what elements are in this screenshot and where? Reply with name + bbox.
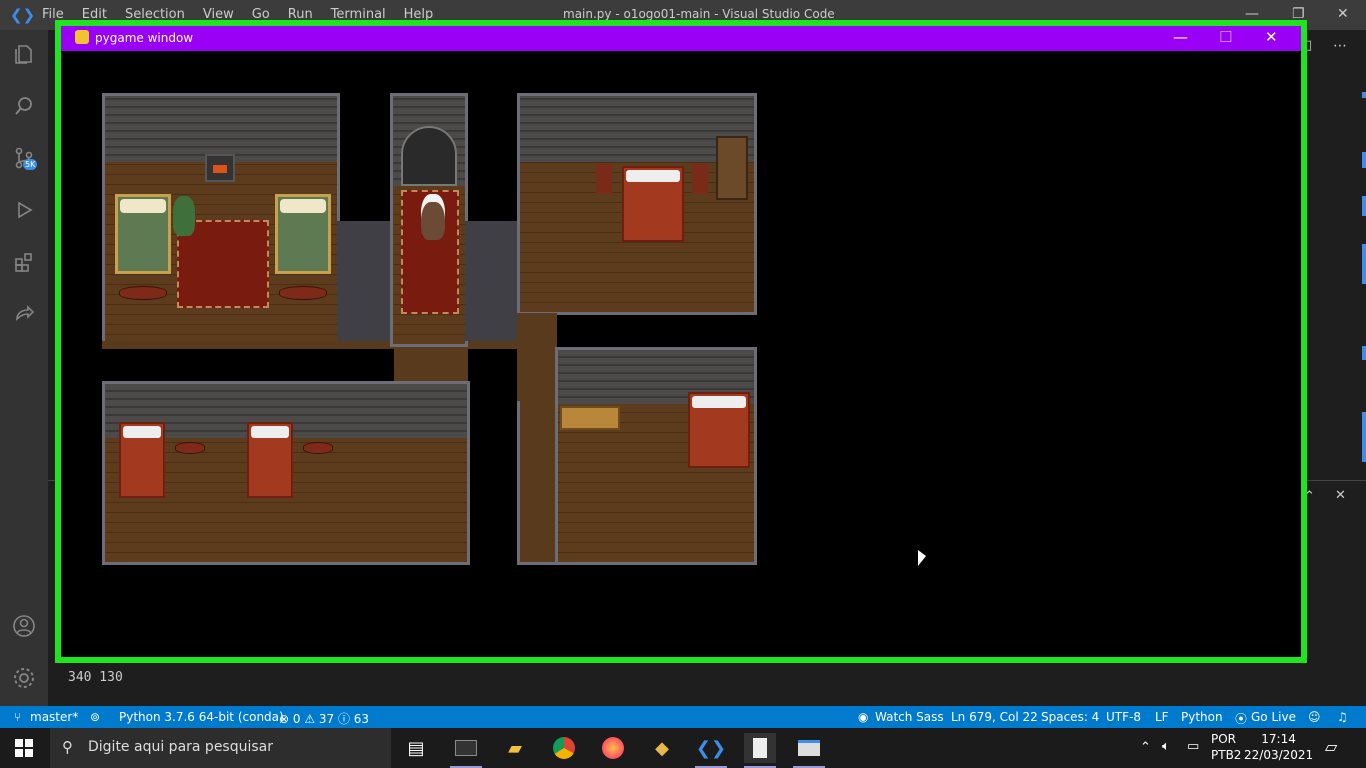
fireplace xyxy=(205,154,235,182)
task-view-icon[interactable]: ▤ xyxy=(400,733,432,763)
notepad-icon[interactable] xyxy=(744,733,776,768)
live-share-icon[interactable] xyxy=(10,300,38,328)
taskbar-clock[interactable]: 17:14 22/03/2021 xyxy=(1244,731,1313,763)
side-table xyxy=(279,286,327,300)
pygame-minimize-button[interactable]: — xyxy=(1173,28,1188,46)
notifications-bell-icon[interactable]: ♫ xyxy=(1337,710,1348,724)
chrome-icon[interactable] xyxy=(548,733,580,763)
problems-count[interactable]: ⊗ 0 ⚠ 37 ⓘ 63 xyxy=(279,710,369,727)
windows-start-icon[interactable] xyxy=(8,733,40,763)
vscode-logo-icon: ❮❯ xyxy=(10,6,36,24)
search-icon[interactable] xyxy=(10,92,38,120)
player-character xyxy=(421,194,445,240)
pygame-window-title: pygame window xyxy=(95,31,194,45)
side-table xyxy=(119,286,167,300)
taskbar-search[interactable]: ⚲ Digite aqui para pesquisar xyxy=(50,728,391,768)
feedback-icon[interactable]: ☺ xyxy=(1308,710,1321,724)
pygame-close-button[interactable]: ✕ xyxy=(1265,28,1278,46)
clock-time: 17:14 xyxy=(1261,732,1296,746)
side-table xyxy=(303,442,333,454)
arched-doorway xyxy=(401,126,457,186)
room-bottom-right-lower xyxy=(517,401,757,565)
minimap-marker xyxy=(1362,92,1366,98)
status-bar: ⑂ master* ⊚ Python 3.7.6 64-bit (conda) … xyxy=(0,706,1366,728)
encoding[interactable]: UTF-8 xyxy=(1106,710,1141,724)
window-title: main.py - o1ogo01-main - Visual Studio C… xyxy=(563,7,835,21)
room-top-right xyxy=(517,93,757,315)
language-mode[interactable]: Python xyxy=(1181,710,1223,724)
pygame-maximize-button[interactable]: ☐ xyxy=(1219,28,1232,46)
pygame-titlebar[interactable]: pygame window — ☐ ✕ xyxy=(61,26,1301,51)
double-bed xyxy=(622,166,684,242)
mouse-cursor-icon xyxy=(918,550,926,566)
pygame-snake-icon xyxy=(75,30,89,44)
search-icon: ⚲ xyxy=(62,738,73,756)
search-placeholder: Digite aqui para pesquisar xyxy=(88,739,274,755)
minimap[interactable] xyxy=(1300,60,1366,480)
end-of-line[interactable]: LF xyxy=(1155,710,1169,724)
git-branch[interactable]: master* xyxy=(30,710,78,724)
firefox-icon[interactable] xyxy=(597,733,629,763)
panel-close-icon[interactable]: ✕ xyxy=(1335,488,1346,503)
go-live[interactable]: Go Live xyxy=(1251,710,1296,724)
watch-sass[interactable]: Watch Sass xyxy=(875,710,944,724)
wall-connector xyxy=(465,221,521,341)
room-top-middle xyxy=(390,93,468,347)
account-icon[interactable] xyxy=(10,612,38,640)
npc-green-hair xyxy=(173,196,195,236)
cursor-position[interactable]: Ln 679, Col 22 xyxy=(951,710,1038,724)
battery-icon[interactable]: ▭ xyxy=(1187,739,1199,754)
go-live-icon: ⦿ xyxy=(1235,712,1248,726)
explorer-icon[interactable] xyxy=(10,40,38,68)
single-bed xyxy=(247,422,293,498)
windows-taskbar: ⚲ Digite aqui para pesquisar ▤ ▰ ◆ ❮❯ ⌃ … xyxy=(0,728,1366,768)
indentation[interactable]: Spaces: 4 xyxy=(1041,710,1099,724)
game-canvas[interactable] xyxy=(61,51,1301,657)
input-language[interactable]: POR PTB2 xyxy=(1211,731,1241,763)
app-window-icon[interactable] xyxy=(793,733,825,768)
room-bottom-left xyxy=(102,381,470,565)
activity-bar: 5K xyxy=(0,30,48,706)
git-app-icon[interactable]: ◆ xyxy=(646,733,678,763)
minimap-marker xyxy=(1362,152,1366,168)
minimap-marker xyxy=(1362,196,1366,216)
settings-gear-icon[interactable] xyxy=(10,664,38,692)
python-interpreter[interactable]: Python 3.7.6 64-bit (conda) xyxy=(119,710,284,724)
ornate-bed-left xyxy=(115,194,171,274)
sync-icon[interactable]: ⊚ xyxy=(90,710,100,724)
side-table xyxy=(175,442,205,454)
lang-top: POR xyxy=(1211,732,1237,746)
extensions-icon[interactable] xyxy=(10,248,38,276)
ornate-bed-right xyxy=(275,194,331,274)
watch-sass-eye-icon: ◉ xyxy=(858,710,869,724)
editor-more-actions-icon[interactable]: ⋯ xyxy=(1333,38,1347,54)
vscode-taskbar-icon[interactable]: ❮❯ xyxy=(695,733,727,768)
terminal-output-line: 340 130 xyxy=(68,670,123,685)
file-explorer-icon[interactable]: ▰ xyxy=(499,733,531,763)
branch-icon: ⑂ xyxy=(14,710,22,724)
source-control-badge: 5K xyxy=(23,159,38,170)
notification-center-icon[interactable]: ▱ xyxy=(1325,737,1337,756)
vscode-close-button[interactable]: ✕ xyxy=(1337,6,1349,22)
terminal-app-icon[interactable] xyxy=(450,733,482,768)
lang-bottom: PTB2 xyxy=(1211,748,1242,762)
tray-up-arrow-icon[interactable]: ⌃ xyxy=(1140,740,1151,755)
minimap-marker xyxy=(1362,346,1366,360)
minimap-marker xyxy=(1362,412,1366,462)
minimap-marker xyxy=(1362,244,1366,284)
bookshelf xyxy=(716,136,748,200)
chair xyxy=(692,164,708,194)
wall-connector xyxy=(337,221,391,341)
room-top-left xyxy=(102,93,340,347)
single-bed xyxy=(119,422,165,498)
source-control-icon[interactable]: 5K xyxy=(10,144,38,172)
pygame-window[interactable]: pygame window — ☐ ✕ xyxy=(61,26,1301,657)
corridor-floor xyxy=(102,341,554,349)
clock-date: 22/03/2021 xyxy=(1244,748,1314,762)
volume-icon[interactable]: 🔈︎ xyxy=(1162,739,1170,754)
chair xyxy=(596,164,612,194)
stone-wall xyxy=(105,96,337,162)
run-debug-icon[interactable] xyxy=(10,196,38,224)
